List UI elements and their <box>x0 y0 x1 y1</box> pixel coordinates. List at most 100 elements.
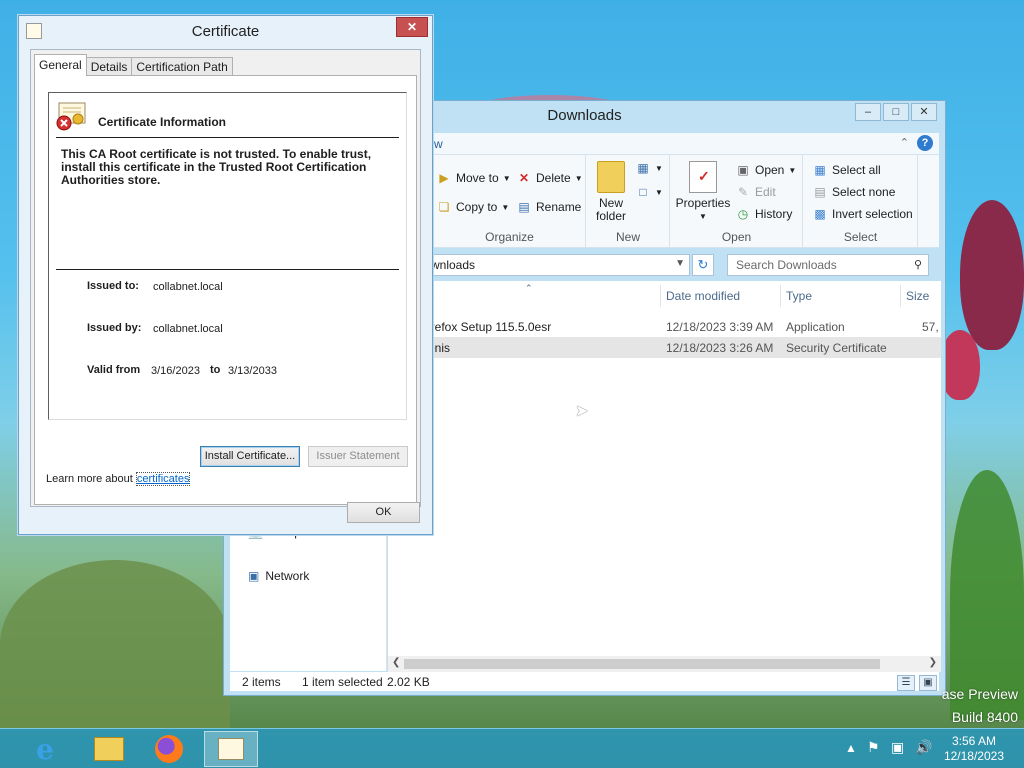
history-label: History <box>755 207 793 221</box>
internet-explorer-icon: e <box>36 732 54 766</box>
status-bar: 2 items 1 item selected 2.02 KB ☰ ▣ <box>230 672 939 691</box>
learn-more-text: Learn more about certificates <box>46 472 191 486</box>
group-label-open: Open <box>721 230 752 244</box>
new-folder-label: New folder <box>595 196 627 223</box>
scroll-left-icon[interactable]: ❮ <box>392 657 400 668</box>
network-icon[interactable]: ▣ <box>891 739 904 756</box>
refresh-button[interactable]: ↻ <box>692 254 714 276</box>
certificate-dialog[interactable]: Certificate ✕ General Details Certificat… <box>18 15 433 535</box>
chevron-down-icon[interactable]: ▼ <box>675 258 685 269</box>
install-certificate-button[interactable]: Install Certificate... <box>200 446 300 467</box>
file-type: Security Certificate <box>786 341 887 355</box>
address-text: wnloads <box>431 258 476 272</box>
sort-arrow-icon: ⌃ <box>525 283 533 293</box>
chevron-down-icon: ▼ <box>502 173 511 183</box>
new-item-button[interactable]: ▦ ▼ <box>635 161 663 175</box>
select-all-label: Select all <box>832 163 881 177</box>
search-input[interactable]: Search Downloads ⚲ <box>727 254 929 276</box>
minimize-button[interactable]: – <box>855 103 881 121</box>
file-list[interactable]: e ⌃ Date modified Type Size irefox Setup… <box>388 281 941 656</box>
help-icon[interactable]: ? <box>917 135 933 151</box>
taskbar-file-explorer[interactable] <box>82 731 136 767</box>
chevron-down-icon: ▼ <box>655 163 663 173</box>
column-header-date-modified[interactable]: Date modified <box>666 289 740 303</box>
dialog-body: General Details Certification Path Certi… <box>30 49 421 507</box>
address-row: wnloads ▼ ↻ Search Downloads ⚲ <box>424 252 939 278</box>
table-row[interactable]: enis 12/18/2023 3:26 AM Security Certifi… <box>388 337 941 358</box>
delete-button[interactable]: ✕ Delete ▼ <box>516 171 583 185</box>
minimize-ribbon-icon[interactable]: ⌃ <box>900 136 909 149</box>
dialog-title: Certificate <box>191 23 260 40</box>
volume-icon[interactable]: 🔊 <box>915 739 932 756</box>
clock[interactable]: 3:56 AM 12/18/2023 <box>944 734 1004 764</box>
ribbon-tab-bar: w ⌃ ? <box>434 133 939 155</box>
tab-view[interactable]: w <box>434 137 443 151</box>
properties-button[interactable]: ✓ Properties ▼ <box>675 161 731 223</box>
issued-by-label: Issued by: <box>87 322 142 334</box>
close-button[interactable]: ✕ <box>396 17 428 37</box>
taskbar-internet-explorer[interactable]: e <box>18 731 72 767</box>
dialog-titlebar: Certificate ✕ <box>19 16 432 48</box>
history-button[interactable]: ◷ History <box>735 207 793 221</box>
clock-date: 12/18/2023 <box>943 749 1004 763</box>
tab-strip: General Details Certification Path <box>34 54 233 76</box>
group-label-organize: Organize <box>485 230 534 244</box>
table-row[interactable]: irefox Setup 115.5.0esr 12/18/2023 3:39 … <box>388 316 941 337</box>
select-all-button[interactable]: ▦ Select all <box>812 163 881 177</box>
edit-button[interactable]: ✎ Edit <box>735 185 776 199</box>
tab-details[interactable]: Details <box>85 57 133 76</box>
mouse-cursor-icon: ➤ <box>575 403 589 420</box>
new-item-icon: ▦ <box>637 161 649 175</box>
details-view-button[interactable]: ☰ <box>897 675 915 691</box>
window-controls: – □ ✕ <box>855 103 937 121</box>
file-name: irefox Setup 115.5.0esr <box>428 320 552 334</box>
scrollbar-thumb[interactable] <box>404 659 880 669</box>
copy-to-button[interactable]: ❏ Copy to ▼ <box>436 200 510 214</box>
rename-label: Rename <box>536 200 582 214</box>
chevron-down-icon: ▼ <box>574 173 583 183</box>
certificate-info-heading: Certificate Information <box>98 115 227 129</box>
action-center-flag-icon[interactable]: ⚑ <box>867 739 880 756</box>
issuer-statement-button[interactable]: Issuer Statement <box>308 446 408 467</box>
close-button[interactable]: ✕ <box>911 103 937 121</box>
new-folder-button[interactable]: New folder <box>593 161 629 223</box>
status-item-count: 2 items <box>242 675 281 689</box>
rename-button[interactable]: ▤ Rename <box>516 200 581 214</box>
column-header-type[interactable]: Type <box>786 289 812 303</box>
divider <box>56 269 399 270</box>
tab-certification-path[interactable]: Certification Path <box>131 57 233 76</box>
taskbar-certificate[interactable] <box>204 731 258 767</box>
file-size: 57, <box>922 320 939 334</box>
tab-general[interactable]: General <box>34 54 87 76</box>
scroll-right-icon[interactable]: ❯ <box>929 657 937 668</box>
copy-to-label: Copy to <box>456 200 498 214</box>
maximize-button[interactable]: □ <box>883 103 909 121</box>
address-bar[interactable]: wnloads ▼ <box>424 254 690 276</box>
history-icon: ◷ <box>737 207 749 221</box>
show-hidden-icons-icon[interactable]: ▲ <box>845 741 857 755</box>
background-tulip <box>960 200 1024 350</box>
nav-item-label: Network <box>265 569 310 583</box>
taskbar: e ▲ ⚑ ▣ 🔊 3:56 AM 12/18/2023 <box>0 728 1024 768</box>
valid-from-label: Valid from <box>87 364 141 376</box>
open-button[interactable]: ▣ Open ▼ <box>735 163 796 177</box>
large-icons-view-button[interactable]: ▣ <box>919 675 937 691</box>
certificates-link[interactable]: certificates <box>135 472 191 486</box>
ribbon: ▶ Move to ▼ ❏ Copy to ▼ ✕ Delete ▼ ▤ Ren… <box>434 155 939 248</box>
column-header-size[interactable]: Size <box>906 289 929 303</box>
properties-label: Properties <box>675 196 731 210</box>
certificate-info-box: Certificate Information This CA Root cer… <box>48 92 407 420</box>
invert-selection-button[interactable]: ▩ Invert selection <box>812 207 912 221</box>
nav-item-network[interactable]: ▣ Network <box>248 569 309 583</box>
chevron-down-icon: ▼ <box>788 165 797 175</box>
folder-icon <box>94 737 124 761</box>
taskbar-firefox[interactable] <box>142 731 196 767</box>
easy-access-button[interactable]: □ ▼ <box>635 185 663 199</box>
horizontal-scrollbar[interactable]: ❮ ❯ <box>388 656 941 672</box>
select-none-button[interactable]: ▤ Select none <box>812 185 895 199</box>
ok-button[interactable]: OK <box>347 502 420 523</box>
background-leaf <box>0 560 230 730</box>
issued-to-label: Issued to: <box>87 280 139 292</box>
move-to-button[interactable]: ▶ Move to ▼ <box>436 171 511 185</box>
group-label-new: New <box>615 230 640 244</box>
